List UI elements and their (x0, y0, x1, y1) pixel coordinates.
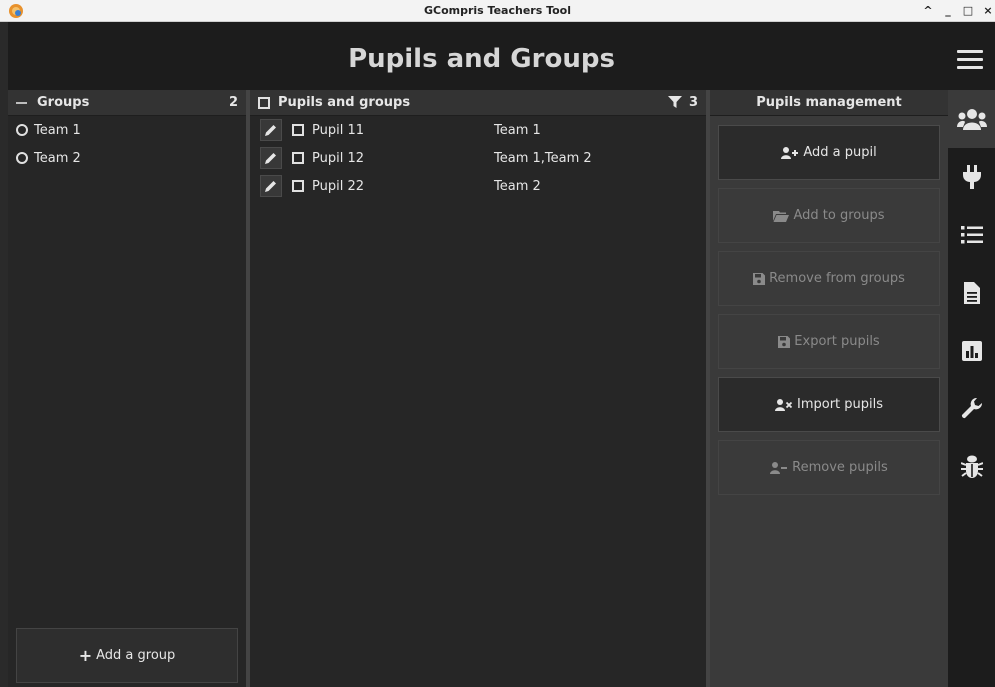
plus-icon: + (78, 646, 93, 665)
import-user-icon (774, 398, 793, 411)
page-header: Pupils and Groups (8, 22, 995, 90)
add-to-groups-label: Add to groups (793, 208, 885, 223)
pupils-header: Pupils and groups 3 (250, 90, 706, 116)
edit-button[interactable] (260, 119, 282, 141)
pupil-name: Pupil 22 (312, 178, 364, 194)
close-icon[interactable]: × (981, 2, 995, 20)
side-navigation (948, 90, 995, 687)
pupils-management-panel: Pupils management Add a pupil Add to gro… (710, 90, 948, 687)
pupil-checkbox[interactable] (292, 152, 304, 164)
folder-open-icon (773, 210, 790, 222)
pupils-heading: Pupils and groups (278, 95, 411, 110)
add-user-icon (781, 146, 799, 159)
pupil-groups: Team 2 (494, 178, 541, 194)
nav-users[interactable] (948, 90, 995, 148)
pupil-checkbox[interactable] (292, 180, 304, 192)
remove-user-icon (770, 461, 788, 474)
pupil-checkbox[interactable] (292, 124, 304, 136)
pupil-row[interactable]: Pupil 22 Team 2 (250, 172, 706, 200)
radio-icon[interactable] (16, 124, 28, 136)
maximize-icon[interactable]: □ (961, 2, 975, 20)
add-group-label: Add a group (96, 648, 176, 663)
import-pupils-label: Import pupils (796, 397, 884, 412)
pupil-groups: Team 1 (494, 122, 541, 138)
window-controls: ^ _ □ × (921, 2, 995, 20)
add-to-groups-button[interactable]: Add to groups (718, 188, 940, 243)
app-window: GCompris Teachers Tool ^ _ □ × Pupils an… (0, 0, 995, 687)
import-pupils-button[interactable]: Import pupils (718, 377, 940, 432)
group-item[interactable]: Team 1 (8, 116, 246, 144)
nav-document[interactable] (948, 264, 995, 322)
management-heading: Pupils management (710, 90, 948, 116)
hamburger-menu-icon[interactable] (957, 50, 983, 70)
pupil-row[interactable]: Pupil 12 Team 1,Team 2 (250, 144, 706, 172)
page-title: Pupils and Groups (348, 44, 615, 74)
bug-icon (960, 455, 983, 478)
groups-count: 2 (228, 95, 238, 110)
title-bar: GCompris Teachers Tool ^ _ □ × (0, 0, 995, 22)
groups-heading: Groups (37, 95, 90, 110)
save-icon (778, 335, 791, 348)
save-icon (753, 272, 766, 285)
list-icon (960, 226, 983, 244)
pencil-icon (265, 181, 276, 192)
pupil-name: Pupil 12 (312, 150, 364, 166)
pencil-icon (265, 125, 276, 136)
nav-list[interactable] (948, 206, 995, 264)
nav-settings[interactable] (948, 380, 995, 438)
pupil-row[interactable]: Pupil 11 Team 1 (250, 116, 706, 144)
add-group-button[interactable]: + Add a group (16, 628, 238, 683)
window-title: GCompris Teachers Tool (423, 4, 572, 17)
add-pupil-label: Add a pupil (803, 145, 877, 160)
remove-pupils-button[interactable]: Remove pupils (718, 440, 940, 495)
remove-from-groups-label: Remove from groups (769, 271, 905, 286)
collapse-icon[interactable] (16, 101, 27, 104)
plug-icon (962, 165, 981, 189)
group-item[interactable]: Team 2 (8, 144, 246, 172)
left-edge (0, 22, 8, 687)
export-pupils-label: Export pupils (794, 334, 880, 349)
radio-icon[interactable] (16, 152, 28, 164)
select-all-checkbox[interactable] (258, 96, 270, 109)
add-pupil-button[interactable]: Add a pupil (718, 125, 940, 180)
groups-panel: Groups 2 Team 1 Team 2 + Add a group (8, 90, 246, 687)
nav-plug[interactable] (948, 148, 995, 206)
group-label: Team 1 (34, 122, 81, 138)
export-pupils-button[interactable]: Export pupils (718, 314, 940, 369)
edit-button[interactable] (260, 175, 282, 197)
document-icon (963, 282, 980, 304)
minimize-icon[interactable]: _ (941, 2, 955, 20)
pencil-icon (265, 153, 276, 164)
pupils-count: 3 (688, 95, 698, 110)
filter-icon[interactable] (668, 95, 682, 109)
edit-button[interactable] (260, 147, 282, 169)
chart-icon (961, 341, 982, 361)
shade-icon[interactable]: ^ (921, 2, 935, 20)
pupil-groups: Team 1,Team 2 (494, 150, 592, 166)
wrench-icon (961, 398, 982, 419)
group-label: Team 2 (34, 150, 81, 166)
nav-chart[interactable] (948, 322, 995, 380)
nav-debug[interactable] (948, 438, 995, 496)
groups-header: Groups 2 (8, 90, 246, 116)
remove-from-groups-button[interactable]: Remove from groups (718, 251, 940, 306)
remove-pupils-label: Remove pupils (792, 460, 888, 475)
pupils-panel: Pupils and groups 3 Pupil 11 Team 1 Pupi… (250, 90, 706, 687)
users-icon (956, 109, 987, 130)
pupil-name: Pupil 11 (312, 122, 364, 138)
